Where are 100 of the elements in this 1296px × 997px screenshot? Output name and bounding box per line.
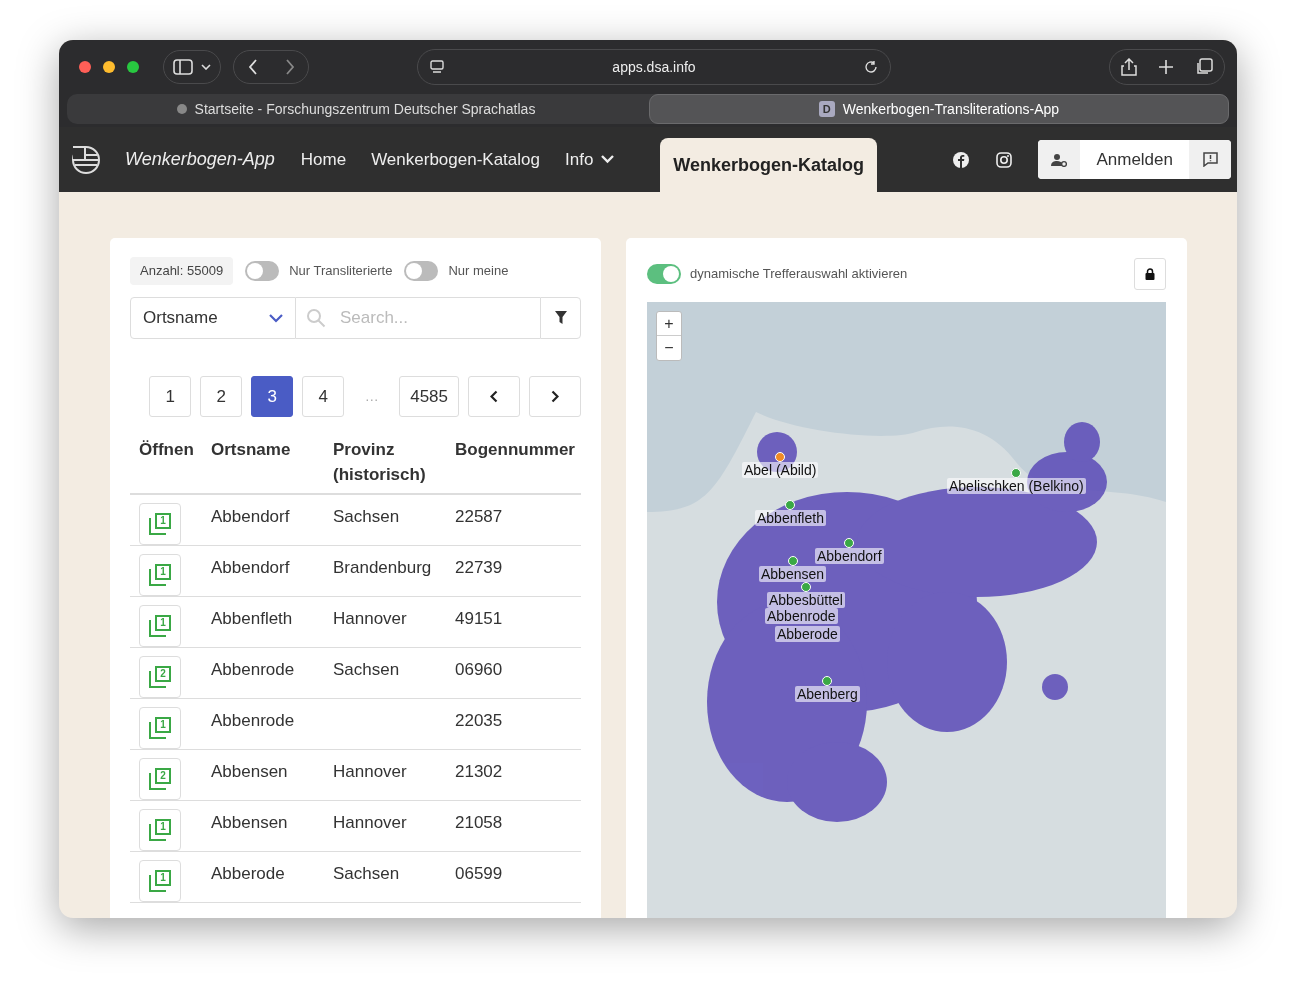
map[interactable]: + − Abel (Abild) Abelischken (Belkino) Abbenfleth Abbendorf Abbensen Abbesbüttel Abbenrode Abberode Abenberg xyxy=(647,302,1166,918)
page-button[interactable]: 4585 xyxy=(399,376,459,417)
minimize-window-button[interactable] xyxy=(103,61,115,73)
page-button[interactable]: 3 xyxy=(251,376,294,417)
browser-tab[interactable]: Startseite - Forschungszentrum Deutscher Sprachatlas xyxy=(67,94,645,124)
map-marker[interactable] xyxy=(775,452,786,462)
app-brand[interactable]: Wenkerbogen-App xyxy=(125,146,275,173)
sidebar-icon xyxy=(173,59,193,75)
zoom-window-button[interactable] xyxy=(127,61,139,73)
table-cell: 21058 xyxy=(455,813,503,832)
share-icon[interactable] xyxy=(1120,58,1137,76)
address-text: apps.dsa.info xyxy=(611,57,697,77)
user-settings-button[interactable] xyxy=(1038,140,1081,179)
nav-link[interactable]: Info xyxy=(565,146,615,173)
marker-label: Abberode xyxy=(775,626,840,642)
close-window-button[interactable] xyxy=(79,61,91,73)
toggle-switch[interactable] xyxy=(404,261,439,281)
column-header[interactable]: Öffnen xyxy=(130,437,202,494)
table-cell: Sachsen xyxy=(333,660,400,679)
page-button[interactable]: 2 xyxy=(200,376,243,417)
map-marker[interactable] xyxy=(785,500,796,510)
chevron-down-icon xyxy=(269,313,283,323)
search-box[interactable]: Search... xyxy=(296,297,540,339)
marker-label: Abbensen xyxy=(759,566,827,582)
facebook-icon[interactable] xyxy=(953,151,970,168)
table-cell: 06599 xyxy=(455,864,503,883)
heat-spot xyxy=(1042,674,1068,700)
marker-label: Abelischken (Belkino) xyxy=(947,478,1086,494)
tab-favicon: D xyxy=(818,101,835,117)
nav-link[interactable]: Home xyxy=(300,146,347,173)
logo-icon xyxy=(71,144,101,175)
marker-label: Abbenfleth xyxy=(755,510,826,526)
marker-label: Abel (Abild) xyxy=(742,462,819,478)
marker-label: Abbesbüttel xyxy=(767,592,845,608)
column-header[interactable]: Ortsname xyxy=(202,437,324,494)
table-cell: 22035 xyxy=(455,711,503,730)
page-button[interactable]: 4 xyxy=(302,376,345,417)
active-page-tab[interactable]: Wenkerbogen-Katalog xyxy=(660,138,878,192)
filter-icon xyxy=(554,311,567,325)
table-cell: Hannover xyxy=(333,762,407,781)
instagram-icon[interactable] xyxy=(996,151,1013,168)
field-select[interactable]: Ortsname xyxy=(130,297,296,339)
toggle-switch[interactable] xyxy=(647,264,681,284)
table-cell: 21302 xyxy=(455,762,503,781)
table-cell: Hannover xyxy=(333,813,407,832)
table-cell: Abbendorf xyxy=(211,558,290,577)
marker-label: Abenberg xyxy=(795,686,860,702)
user-gear-icon xyxy=(1051,152,1068,167)
tabs-overview-icon[interactable] xyxy=(1195,58,1214,76)
count-badge: Anzahl: 55009 xyxy=(130,257,234,285)
filter-button[interactable] xyxy=(540,297,581,339)
map-marker[interactable] xyxy=(787,556,798,566)
back-icon[interactable] xyxy=(247,59,258,75)
zoom-in-button[interactable]: + xyxy=(657,312,681,336)
marker-label: Abbendorf xyxy=(815,548,884,564)
table-cell: 22587 xyxy=(455,507,503,526)
feedback-button[interactable] xyxy=(1189,140,1231,179)
table-cell: Sachsen xyxy=(333,864,400,883)
lock-icon xyxy=(1145,268,1155,280)
new-tab-icon[interactable] xyxy=(1158,59,1174,75)
page-menu-icon xyxy=(430,60,444,74)
table-cell: 49151 xyxy=(455,609,503,628)
nav-link[interactable]: Wenkerbogen-Katalog xyxy=(371,146,540,173)
table-cell: Brandenburg xyxy=(333,558,432,577)
table-cell: Abbendorf xyxy=(211,507,290,526)
chevron-left-icon xyxy=(490,390,498,403)
column-header[interactable]: Provinz (historisch) xyxy=(324,437,446,494)
map-marker[interactable] xyxy=(800,582,811,592)
search-field[interactable]: Search... xyxy=(340,305,530,331)
reload-icon[interactable] xyxy=(864,60,878,74)
marker-label: Abbenrode xyxy=(765,608,838,624)
chevron-right-icon xyxy=(551,390,559,403)
table-cell: Abbensen xyxy=(211,762,288,781)
table-cell: Hannover xyxy=(333,609,407,628)
toggle-label: dynamische Trefferauswahl aktivieren xyxy=(690,265,908,284)
map-marker[interactable] xyxy=(1011,468,1022,478)
table-cell: 06960 xyxy=(455,660,503,679)
search-icon xyxy=(306,308,326,328)
browser-tab[interactable]: D Wenkerbogen-Transliterations-App xyxy=(649,94,1229,124)
lock-button[interactable] xyxy=(1134,258,1166,290)
table-cell: Abbenrode xyxy=(211,711,295,730)
chat-alert-icon xyxy=(1202,152,1218,167)
toggle-label: Nur Transliterierte xyxy=(289,262,393,281)
globe-icon xyxy=(176,104,187,114)
table-cell: Sachsen xyxy=(333,507,400,526)
toggle-label: Nur meine xyxy=(448,262,509,281)
chevron-down-icon xyxy=(201,64,211,70)
forward-icon[interactable] xyxy=(284,59,295,75)
column-header[interactable]: Bogennummer xyxy=(446,437,581,494)
page-button[interactable]: 1 xyxy=(149,376,192,417)
map-marker[interactable] xyxy=(822,676,833,686)
table-cell: Abbenfleth xyxy=(211,609,293,628)
toggle-switch[interactable] xyxy=(245,261,280,281)
zoom-out-button[interactable]: − xyxy=(657,336,681,360)
pagination-ellipsis: … xyxy=(363,387,380,406)
table-cell: Abbensen xyxy=(211,813,288,832)
map-marker[interactable] xyxy=(844,538,855,548)
table-cell: Abberode xyxy=(211,864,285,883)
table-cell: 22739 xyxy=(455,558,503,577)
table-cell: Abbenrode xyxy=(211,660,295,679)
